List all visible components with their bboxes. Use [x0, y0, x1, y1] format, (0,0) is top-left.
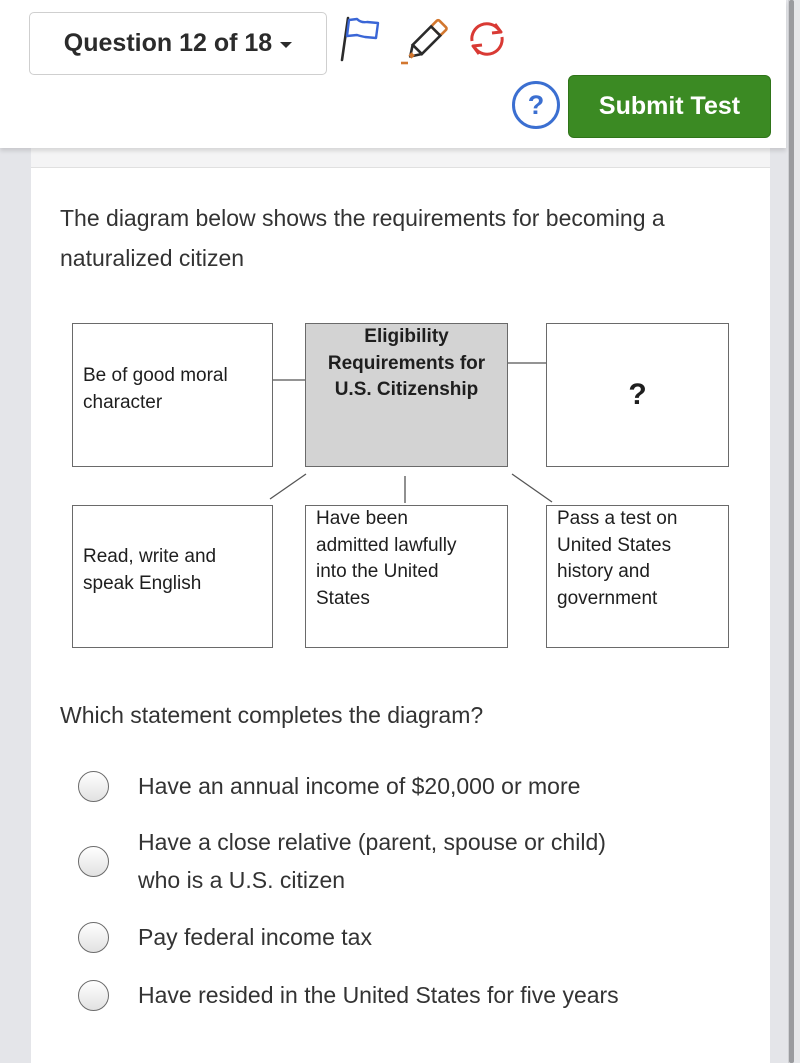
box-line: States	[316, 587, 370, 609]
submit-test-button[interactable]: Submit Test	[568, 75, 771, 138]
box-line: speak English	[83, 572, 202, 594]
diagram-box-moral-character: Be of good moral character	[72, 323, 273, 467]
diagram-box-admitted-lawfully: Have been admitted lawfully into the Uni…	[305, 505, 508, 648]
diagram-box-english: Read, write and speak English	[72, 505, 273, 648]
caret-down-icon	[280, 41, 293, 48]
pencil-icon[interactable]	[398, 18, 450, 66]
answer-option-3[interactable]: Pay federal income tax	[78, 918, 728, 956]
card-header-strip	[31, 148, 770, 168]
help-button[interactable]: ?	[512, 81, 560, 129]
scrollbar-thumb[interactable]	[789, 0, 794, 1063]
radio-button[interactable]	[78, 770, 109, 802]
box-line: Be of good moral	[83, 365, 228, 386]
box-line: Read, write and	[83, 546, 217, 567]
radio-button[interactable]	[78, 921, 109, 953]
refresh-icon[interactable]	[452, 16, 522, 62]
question-selector-dropdown[interactable]: Question 12 of 18	[29, 12, 327, 75]
connector-bottom-left	[269, 473, 307, 500]
help-icon: ?	[527, 89, 545, 120]
box-line: admitted lawfully	[316, 534, 457, 556]
flag-icon[interactable]	[338, 14, 382, 64]
box-line: character	[83, 391, 163, 413]
box-line: United States	[557, 534, 672, 556]
diagram-box-center-title: Eligibility Requirements for U.S. Citize…	[305, 323, 508, 467]
answer-option-label: Have an annual income of $20,000 or more	[138, 773, 581, 799]
question-mark: ?	[628, 377, 647, 411]
answer-option-line: Have a close relative (parent, spouse or…	[138, 829, 606, 855]
answer-option-1[interactable]: Have an annual income of $20,000 or more	[78, 767, 728, 805]
radio-button[interactable]	[78, 979, 109, 1011]
question-text: Which statement completes the diagram?	[60, 702, 484, 728]
box-line: Requirements for	[327, 352, 486, 374]
box-line: U.S. Citizenship	[334, 379, 479, 400]
diagram-box-civics-test: Pass a test on United States history and…	[546, 505, 729, 648]
box-line: history and	[557, 561, 650, 582]
question-prompt: The diagram below shows the requirements…	[60, 205, 665, 271]
answer-option-line: who is a U.S. citizen	[138, 867, 346, 893]
test-toolbar: Question 12 of 18 ? Submit Test	[0, 0, 786, 148]
answer-option-label: Have a close relative (parent, spouse or…	[138, 823, 606, 899]
radio-button[interactable]	[78, 845, 109, 877]
box-line: Eligibility	[364, 326, 449, 347]
box-line: Pass a test on	[557, 508, 678, 529]
answer-option-4[interactable]: Have resided in the United States for fi…	[78, 976, 728, 1014]
box-line: government	[557, 587, 658, 609]
citizenship-diagram: Be of good moral character Eligibility R…	[60, 310, 750, 660]
box-line: into the United	[316, 561, 439, 582]
connector-bottom-right	[511, 473, 553, 503]
diagram-box-unknown: ?	[546, 323, 729, 467]
answer-option-label: Have resided in the United States for fi…	[138, 982, 619, 1008]
box-line: Have been	[316, 508, 408, 529]
answer-option-2[interactable]: Have a close relative (parent, spouse or…	[78, 823, 728, 899]
question-selector-label: Question 12 of 18	[63, 29, 273, 57]
answer-option-label: Pay federal income tax	[138, 924, 372, 950]
